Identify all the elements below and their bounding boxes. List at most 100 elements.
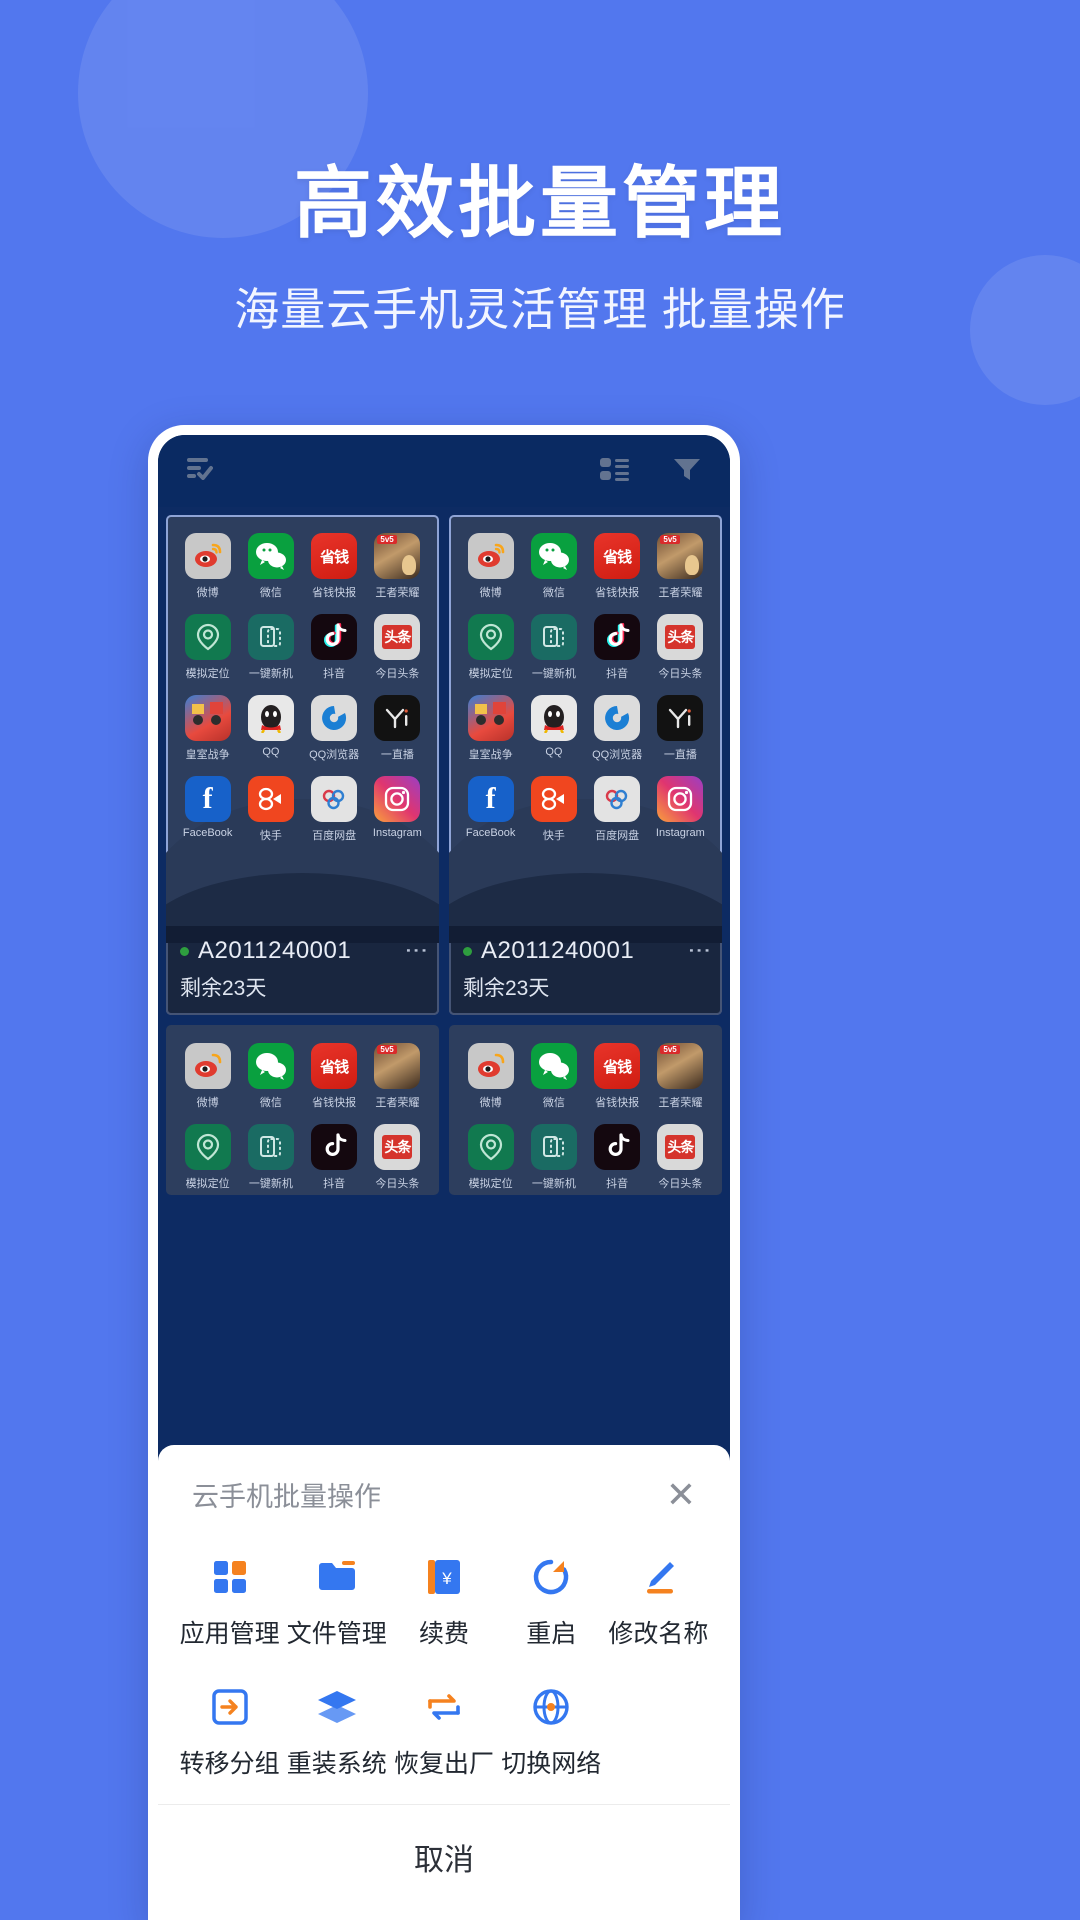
device-card[interactable]: 微博 微信 省钱 省钱快报 5v5 王者荣耀 模拟定位 一键新机 抖音 头条 今日头条… [449, 515, 722, 1015]
app-item[interactable]: 一直播 [649, 695, 712, 762]
action-label: 重启 [526, 1620, 577, 1648]
list-view-icon[interactable] [600, 456, 630, 487]
action-factory-reset[interactable]: 恢复出厂 [390, 1684, 497, 1780]
app-item[interactable]: 省钱 省钱快报 [303, 1043, 366, 1110]
app-label: 抖音 [323, 1178, 346, 1190]
facebook-icon: f [467, 776, 514, 822]
app-label: 模拟定位 [468, 1178, 513, 1190]
action-reinstall[interactable]: 重装系统 [283, 1684, 390, 1780]
device-more-button[interactable]: ⋮ [687, 939, 713, 963]
renew-icon: ¥ [390, 1554, 497, 1600]
device-card[interactable]: 微博 微信 省钱 省钱快报 5v5 王者荣耀 模拟定位 一键新机 抖音 头条 今日头条… [166, 515, 439, 1015]
app-item[interactable]: 头条 今日头条 [366, 1124, 429, 1191]
app-item[interactable]: 一键新机 [522, 1124, 585, 1191]
yizhibo-icon [657, 695, 704, 741]
close-icon[interactable]: ✕ [666, 1476, 696, 1513]
app-item[interactable]: 一键新机 [522, 614, 585, 681]
app-item[interactable]: 微信 [522, 1043, 585, 1110]
app-item[interactable]: 微信 [239, 1043, 302, 1110]
shengqian-icon: 省钱 [594, 1043, 641, 1089]
device-card[interactable]: 微博 微信 省钱 省钱快报 5v5 王者荣耀 模拟定位 一键新机 抖音 头条 今日头条 [166, 1025, 439, 1195]
device-more-button[interactable]: ⋮ [404, 939, 430, 963]
action-app-manage[interactable]: 应用管理 [176, 1554, 283, 1650]
app-item[interactable]: 抖音 [303, 614, 366, 681]
phone-mockup: 微博 微信 省钱 省钱快报 5v5 王者荣耀 模拟定位 一键新机 抖音 头条 今日头条… [148, 425, 740, 1920]
qq-icon [530, 695, 577, 741]
app-item[interactable]: Instagram [366, 776, 429, 843]
app-item[interactable]: 抖音 [303, 1124, 366, 1191]
app-item[interactable]: 快手 [522, 776, 585, 843]
app-item[interactable]: 5v5 王者荣耀 [649, 1043, 712, 1110]
app-item[interactable]: 一键新机 [239, 614, 302, 681]
app-item[interactable]: QQ浏览器 [303, 695, 366, 762]
app-item[interactable]: 微博 [176, 1043, 239, 1110]
app-item[interactable]: 微博 [459, 1043, 522, 1110]
kuaishou-icon [247, 776, 294, 822]
filter-icon[interactable] [672, 456, 702, 487]
app-item[interactable]: 微博 [459, 533, 522, 600]
device-card[interactable]: 微博 微信 省钱 省钱快报 5v5 王者荣耀 模拟定位 一键新机 抖音 头条 今日头条 [449, 1025, 722, 1195]
app-item[interactable]: 模拟定位 [459, 614, 522, 681]
action-label: 应用管理 [179, 1620, 280, 1648]
app-label: FaceBook [182, 827, 233, 839]
action-label: 续费 [418, 1620, 469, 1648]
app-item[interactable]: 快手 [239, 776, 302, 843]
app-item[interactable]: 5v5 王者荣耀 [649, 533, 712, 600]
checklist-icon[interactable] [186, 456, 216, 487]
app-item[interactable]: 5v5 王者荣耀 [366, 533, 429, 600]
app-label: 今日头条 [375, 668, 420, 680]
app-item[interactable]: f FaceBook [176, 776, 239, 843]
app-label: 微信 [542, 1097, 565, 1109]
app-item[interactable]: 百度网盘 [303, 776, 366, 843]
app-label: QQ浏览器 [309, 749, 360, 761]
app-item[interactable]: 抖音 [586, 614, 649, 681]
action-move-group[interactable]: 转移分组 [176, 1684, 283, 1780]
location-icon [467, 1124, 514, 1170]
app-label: QQ浏览器 [592, 749, 643, 761]
app-item[interactable]: 头条 今日头条 [649, 1124, 712, 1191]
cancel-button[interactable]: 取消 [158, 1805, 730, 1920]
app-item[interactable]: Instagram [649, 776, 712, 843]
app-item[interactable]: 头条 今日头条 [366, 614, 429, 681]
app-item[interactable]: 模拟定位 [176, 614, 239, 681]
app-item[interactable]: 省钱 省钱快报 [303, 533, 366, 600]
app-label: 今日头条 [658, 1178, 703, 1190]
app-item[interactable]: 微博 [176, 533, 239, 600]
app-item[interactable]: 皇室战争 [176, 695, 239, 762]
app-item[interactable]: f FaceBook [459, 776, 522, 843]
page-title: 高效批量管理 [293, 159, 786, 247]
app-item[interactable]: 省钱 省钱快报 [586, 533, 649, 600]
app-item[interactable]: 一直播 [366, 695, 429, 762]
app-item[interactable]: 5v5 王者荣耀 [366, 1043, 429, 1110]
qqbrowser-icon [311, 695, 358, 741]
baiduyun-icon [311, 776, 358, 822]
app-item[interactable]: 抖音 [586, 1124, 649, 1191]
app-item[interactable]: 模拟定位 [176, 1124, 239, 1191]
action-rename[interactable]: 修改名称 [605, 1554, 712, 1650]
location-icon [184, 1124, 231, 1170]
app-item[interactable]: 一键新机 [239, 1124, 302, 1191]
action-restart[interactable]: 重启 [498, 1554, 605, 1650]
app-label: 王者荣耀 [658, 1097, 703, 1109]
action-renew[interactable]: ¥ 续费 [390, 1554, 497, 1650]
app-label: 今日头条 [658, 668, 703, 680]
action-switch-network[interactable]: 切换网络 [498, 1684, 605, 1780]
app-item[interactable]: QQ浏览器 [586, 695, 649, 762]
app-item[interactable]: 皇室战争 [459, 695, 522, 762]
weibo-icon [184, 1043, 231, 1089]
app-item[interactable]: QQ [522, 695, 585, 762]
instagram-icon [374, 776, 421, 822]
sheet-header: 云手机批量操作 ✕ [158, 1445, 730, 1520]
app-item[interactable]: 头条 今日头条 [649, 614, 712, 681]
app-item[interactable]: 微信 [239, 533, 302, 600]
action-file-manage[interactable]: 文件管理 [283, 1554, 390, 1650]
app-item[interactable]: 省钱 省钱快报 [586, 1043, 649, 1110]
app-item[interactable]: 微信 [522, 533, 585, 600]
app-item[interactable]: 模拟定位 [459, 1124, 522, 1191]
app-item[interactable]: QQ [239, 695, 302, 762]
shengqian-icon: 省钱 [311, 1043, 358, 1089]
wechat-icon [247, 1043, 294, 1089]
action-label: 切换网络 [501, 1750, 602, 1778]
kuaishou-icon [530, 776, 577, 822]
app-item[interactable]: 百度网盘 [586, 776, 649, 843]
